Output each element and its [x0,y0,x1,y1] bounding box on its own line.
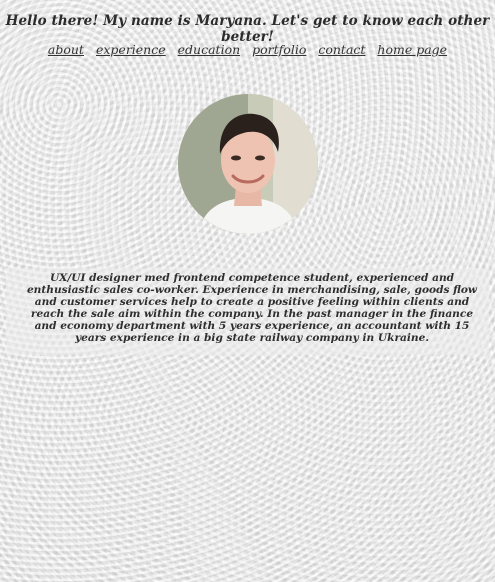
profile-photo [178,94,318,234]
nav-link-about[interactable]: about [48,42,84,57]
page-title: Hello there! My name is Maryana. Let's g… [5,13,490,45]
about-description: UX/UI designer med frontend competence s… [26,272,478,344]
nav-link-education[interactable]: education [178,42,241,57]
nav-link-portfolio[interactable]: portfolio [252,42,306,57]
nav-link-experience[interactable]: experience [96,42,166,57]
portrait-image [178,94,318,234]
top-nav: about experience education portfolio con… [0,42,495,57]
nav-link-home-page[interactable]: home page [377,42,447,57]
nav-link-contact[interactable]: contact [318,42,365,57]
